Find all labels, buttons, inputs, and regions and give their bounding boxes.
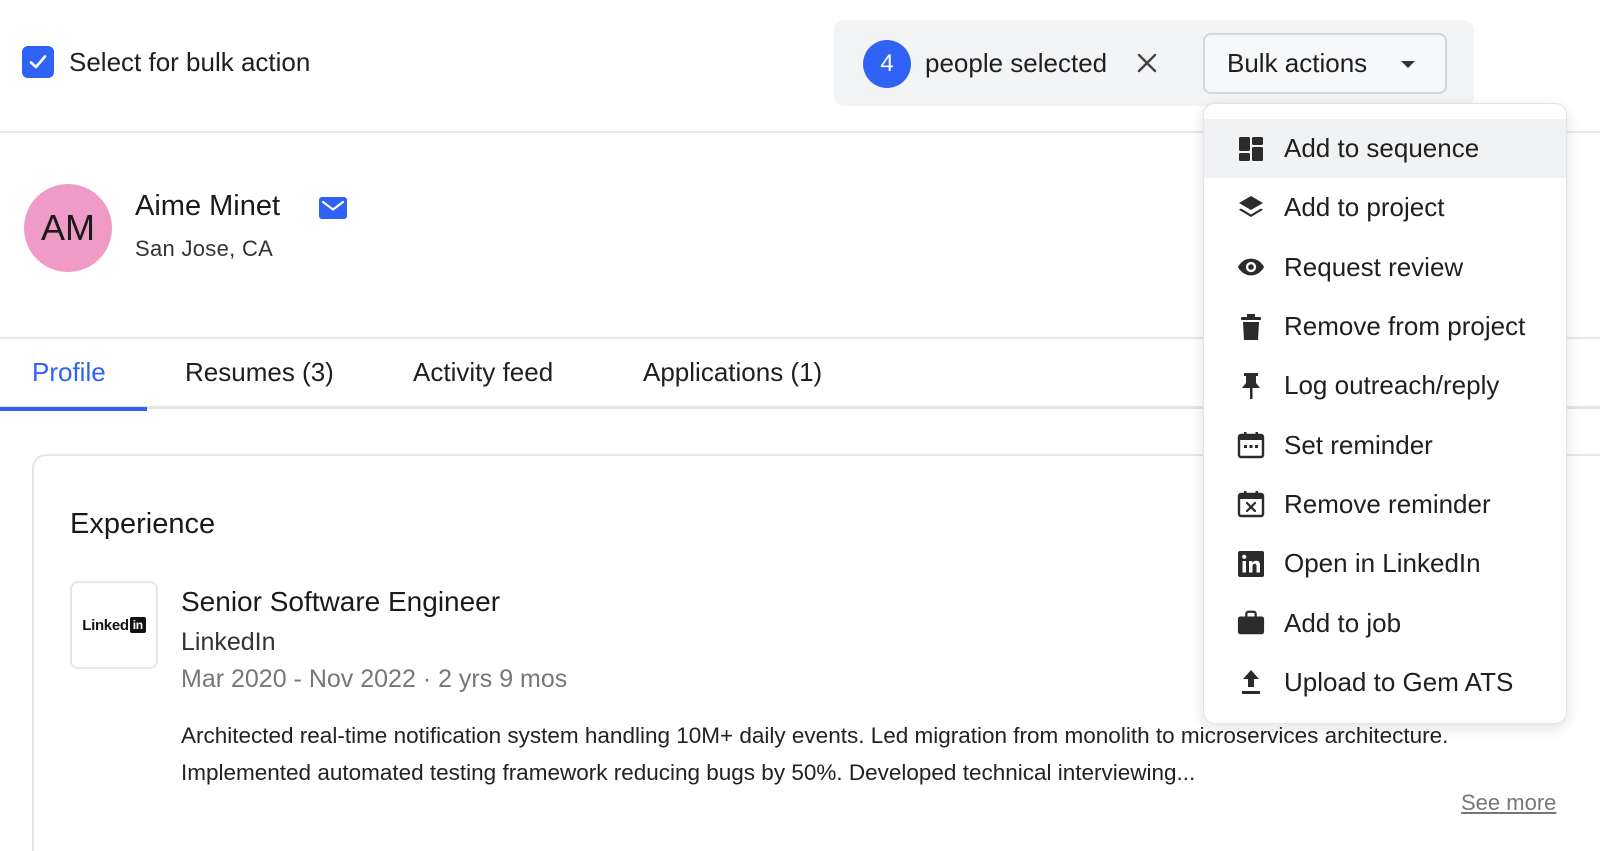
select-all-control[interactable]: Select for bulk action — [22, 46, 310, 78]
eye-icon — [1237, 253, 1265, 281]
menu-item-label: Add to job — [1284, 607, 1402, 638]
menu-item-label: Request review — [1284, 251, 1464, 282]
menu-item-remove-reminder[interactable]: Remove reminder — [1204, 475, 1566, 534]
menu-item-label: Set reminder — [1284, 429, 1433, 460]
person-name[interactable]: Aime Minet — [135, 190, 280, 223]
close-icon — [1137, 53, 1157, 73]
linkedin-logo: Linked in — [82, 617, 146, 634]
trash-icon — [1237, 313, 1265, 341]
menu-item-set-reminder[interactable]: Set reminder — [1204, 415, 1566, 474]
menu-item-label: Upload to Gem ATS — [1284, 666, 1514, 697]
job-title: Senior Software Engineer — [181, 586, 501, 617]
menu-item-label: Remove from project — [1284, 311, 1526, 342]
job-description: Architected real-time notification syste… — [181, 723, 1449, 785]
briefcase-icon — [1237, 609, 1265, 637]
tab-activity-feed[interactable]: Activity feed — [413, 357, 553, 388]
job-company: LinkedIn — [181, 628, 276, 656]
bulk-actions-label: Bulk actions — [1227, 48, 1368, 78]
bulk-select-label: Select for bulk action — [69, 46, 311, 77]
selected-count-text: people selected — [925, 48, 1108, 78]
upload-icon — [1237, 668, 1265, 696]
avatar: AM — [24, 184, 112, 272]
bulk-actions-menu: Add to sequence Add to project Request r… — [1203, 103, 1567, 724]
menu-item-log-outreach[interactable]: Log outreach/reply — [1204, 356, 1566, 415]
dashboard-icon — [1237, 135, 1265, 163]
person-location: San Jose, CA — [135, 236, 274, 261]
company-logo: Linked in — [70, 581, 158, 669]
pin-icon — [1237, 372, 1265, 400]
calendar-icon — [1237, 431, 1265, 459]
bulk-actions-button[interactable]: Bulk actions — [1203, 33, 1447, 94]
checkmark-icon — [29, 55, 47, 69]
calendar-remove-icon — [1237, 490, 1265, 518]
clear-selection-button[interactable] — [1134, 50, 1160, 76]
menu-item-remove-from-project[interactable]: Remove from project — [1204, 297, 1566, 356]
selected-count-badge: 4 — [863, 40, 911, 88]
linkedin-icon — [1237, 550, 1265, 578]
experience-heading: Experience — [70, 508, 216, 540]
menu-item-open-in-linkedin[interactable]: Open in LinkedIn — [1204, 534, 1566, 593]
menu-item-add-to-sequence[interactable]: Add to sequence — [1204, 119, 1566, 179]
mail-icon[interactable] — [319, 197, 347, 219]
layers-icon — [1237, 194, 1265, 222]
menu-item-add-to-project[interactable]: Add to project — [1204, 178, 1566, 237]
menu-item-request-review[interactable]: Request review — [1204, 238, 1566, 297]
menu-item-upload-to-gem-ats[interactable]: Upload to Gem ATS — [1204, 653, 1566, 712]
menu-item-label: Log outreach/reply — [1284, 370, 1500, 401]
tab-resumes[interactable]: Resumes (3) — [185, 357, 334, 388]
tab-profile[interactable]: Profile — [32, 357, 106, 388]
menu-item-label: Add to sequence — [1284, 133, 1480, 164]
job-dates: Mar 2020 - Nov 2022 · 2 yrs 9 mos — [181, 665, 568, 693]
tab-applications[interactable]: Applications (1) — [643, 357, 822, 388]
menu-item-add-to-job[interactable]: Add to job — [1204, 593, 1566, 652]
active-tab-indicator — [0, 407, 147, 411]
caret-down-icon — [1401, 61, 1415, 68]
menu-item-label: Remove reminder — [1284, 488, 1491, 519]
menu-item-label: Add to project — [1284, 192, 1445, 223]
bulk-select-checkbox[interactable] — [22, 46, 54, 78]
see-more-link[interactable]: See more — [1461, 790, 1556, 816]
menu-item-label: Open in LinkedIn — [1284, 548, 1481, 579]
